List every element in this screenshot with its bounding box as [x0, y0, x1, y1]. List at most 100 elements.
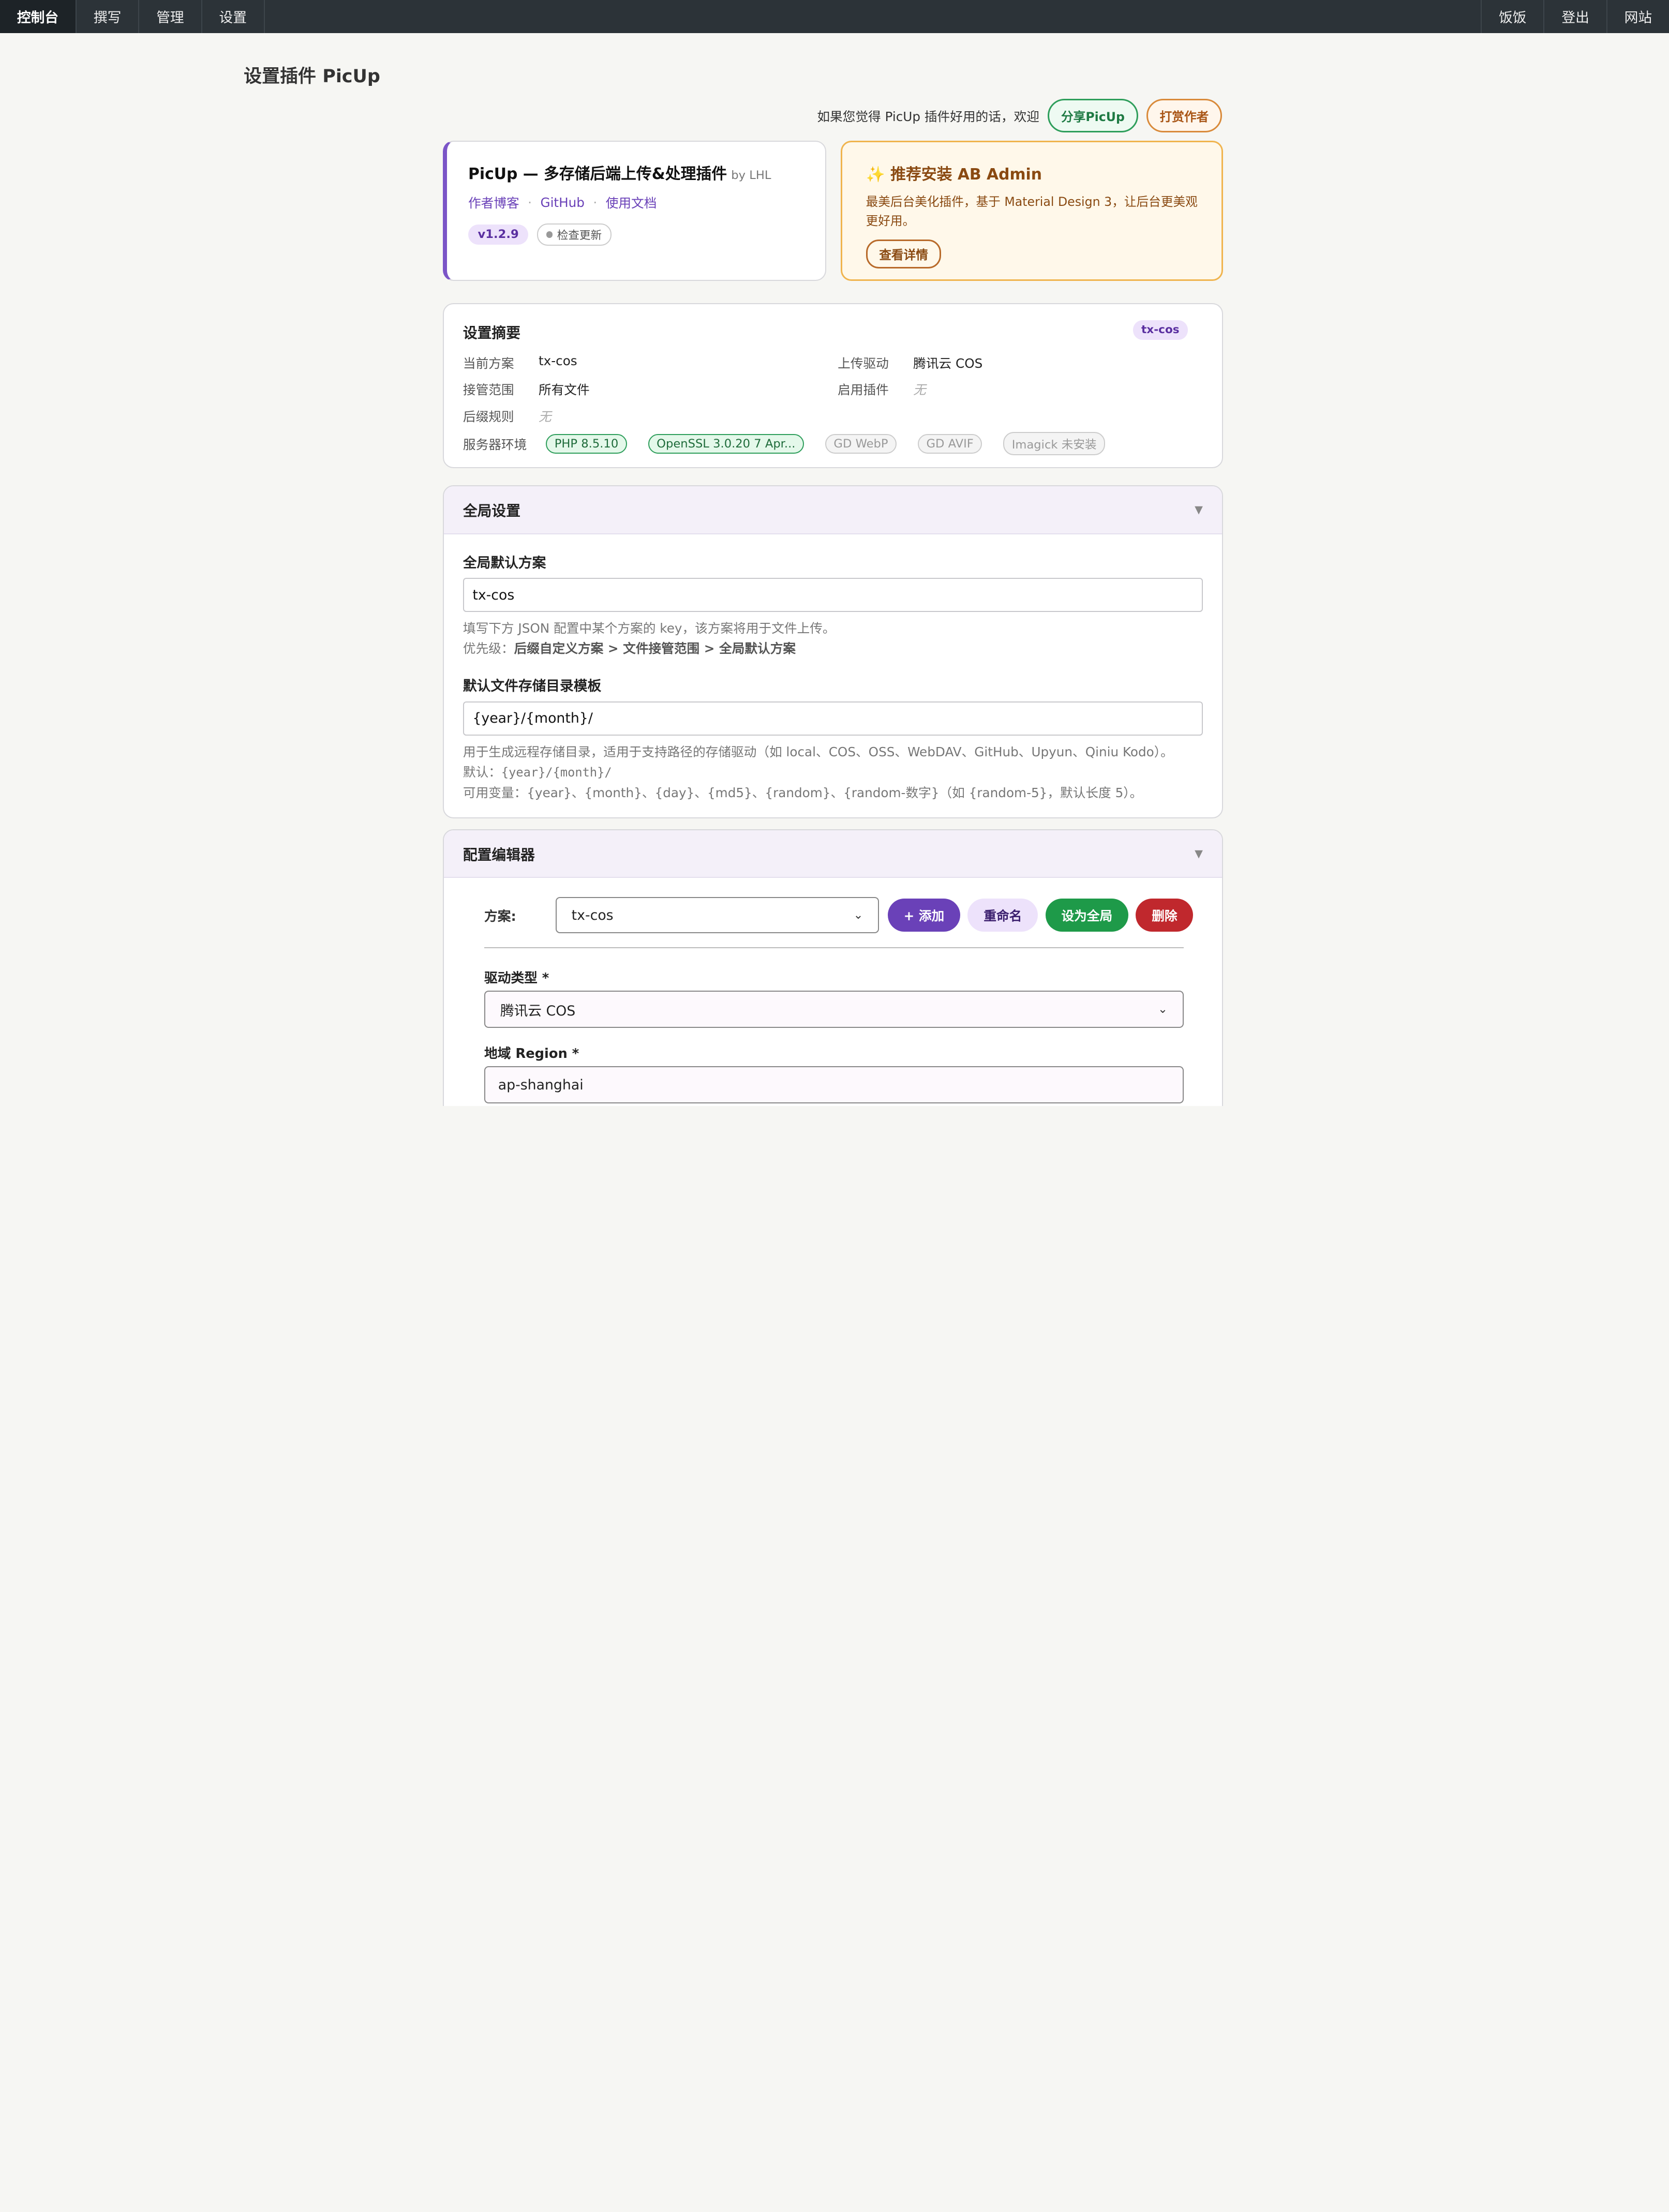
dir-template-help: 用于生成远程存储目录，适用于支持路径的存储驱动（如 local、COS、OSS、… [463, 742, 1173, 803]
link-github[interactable]: GitHub [540, 195, 585, 210]
region-input[interactable]: ap-shanghai [484, 1066, 1184, 1104]
summary-value: 无 [538, 409, 552, 424]
divider [484, 947, 1184, 949]
ab-admin-description: 最美后台美化插件，基于 Material Design 3，让后台更美观更好用。 [866, 195, 1198, 229]
status-dot-icon [546, 231, 553, 238]
summary-key: 接管范围 [463, 382, 514, 398]
default-scheme-help: 填写下方 JSON 配置中某个方案的 key，该方案将用于文件上传。 优先级：后… [463, 618, 836, 659]
ab-admin-title-text: 推荐安装 AB Admin [890, 165, 1042, 184]
sparkle-icon: ✨ [866, 165, 885, 184]
config-editor-title: 配置编辑器 [463, 846, 535, 863]
settings-summary-card: 设置摘要 tx-cos 当前方案 tx-cos 上传驱动 腾讯云 COS 接管范… [442, 303, 1223, 469]
topbar-left: 控制台 撰写 管理 设置 [0, 0, 265, 33]
plugin-name-text: PicUp — 多存储后端上传&处理插件 [468, 165, 727, 183]
help-line: 默认：{year}/{month}/ [463, 762, 1173, 783]
driver-type-value: 腾讯云 COS [500, 1003, 576, 1019]
scheme-select[interactable]: tx-cos ⌄ [555, 897, 880, 934]
link-separator: · [593, 195, 598, 210]
dir-template-input[interactable]: {year}/{month}/ [463, 701, 1203, 736]
set-global-button[interactable]: 设为全局 [1045, 899, 1128, 932]
nav-dashboard[interactable]: 控制台 [0, 0, 77, 33]
promo-line: 如果您觉得 PicUp 插件好用的话，欢迎 分享PicUp 打赏作者 [817, 99, 1222, 133]
default-scheme-input[interactable]: tx-cos [463, 578, 1203, 612]
link-author-blog[interactable]: 作者博客 [468, 193, 519, 212]
plugin-name: PicUp — 多存储后端上传&处理插件 by LHL [468, 161, 803, 184]
help-prefix: 优先级： [463, 641, 514, 656]
view-details-button[interactable]: 查看详情 [866, 239, 942, 268]
nav-user[interactable]: 饭饭 [1481, 0, 1543, 33]
summary-key: 启用插件 [838, 382, 889, 398]
chevron-down-icon: ⌄ [1157, 1003, 1168, 1017]
nav-website[interactable]: 网站 [1606, 0, 1669, 33]
plugin-info-card: PicUp — 多存储后端上传&处理插件 by LHL 作者博客 · GitHub… [442, 140, 826, 281]
summary-key: 后缀规则 [463, 409, 514, 424]
default-scheme-label: 全局默认方案 [463, 555, 546, 571]
add-scheme-button[interactable]: + 添加 [887, 899, 961, 932]
global-settings-panel: 全局设置 ▼ 全局默认方案 tx-cos 填写下方 JSON 配置中某个方案的 … [442, 485, 1223, 819]
priority-text: 后缀自定义方案 > 文件接管范围 > 全局默认方案 [514, 641, 796, 656]
rename-scheme-button[interactable]: 重命名 [967, 899, 1038, 932]
current-scheme-badge: tx-cos [1132, 320, 1188, 340]
nav-manage[interactable]: 管理 [139, 0, 202, 33]
default-template-code: {year}/{month}/ [501, 765, 612, 780]
version-badge: v1.2.9 [468, 225, 529, 245]
global-settings-title: 全局设置 [463, 502, 520, 520]
summary-value: tx-cos [538, 353, 577, 368]
summary-key: 当前方案 [463, 355, 514, 371]
help-line: 优先级：后缀自定义方案 > 文件接管范围 > 全局默认方案 [463, 638, 836, 659]
collapse-arrow-icon[interactable]: ▼ [1195, 503, 1203, 516]
summary-value: 无 [913, 382, 926, 398]
env-badge-openssl: OpenSSL 3.0.20 7 Apr... [648, 434, 804, 454]
chevron-down-icon: ⌄ [853, 908, 863, 922]
region-label: 地域 Region * [484, 1046, 579, 1062]
admin-topbar: 控制台 撰写 管理 设置 饭饭 登出 网站 [0, 0, 1669, 33]
help-line: 可用变量：{year}、{month}、{day}、{md5}、{random}… [463, 785, 1143, 801]
summary-title: 设置摘要 [463, 324, 520, 342]
summary-row-driver: 上传驱动 腾讯云 COS [838, 353, 982, 372]
scheme-select-value: tx-cos [571, 907, 614, 923]
help-line: 用于生成远程存储目录，适用于支持路径的存储驱动（如 local、COS、OSS、… [463, 744, 1173, 759]
page-title: 设置插件 PicUp [244, 66, 380, 87]
check-update-label: 检查更新 [557, 229, 602, 242]
link-separator: · [528, 195, 532, 210]
plugin-links: 作者博客 · GitHub · 使用文档 [468, 193, 803, 212]
global-settings-header[interactable]: 全局设置 ▼ [443, 486, 1222, 534]
config-editor-header[interactable]: 配置编辑器 ▼ [443, 830, 1222, 878]
env-badge-gd-avif: GD AVIF [918, 434, 982, 454]
help-prefix: 默认： [463, 765, 501, 780]
summary-row-plugins: 启用插件 无 [838, 380, 926, 398]
collapse-arrow-icon[interactable]: ▼ [1195, 847, 1203, 860]
nav-logout[interactable]: 登出 [1543, 0, 1606, 33]
driver-type-select[interactable]: 腾讯云 COS ⌄ [484, 991, 1184, 1028]
server-env-label: 服务器环境 [463, 437, 527, 452]
env-badge-gd-webp: GD WebP [825, 434, 897, 454]
check-update-button[interactable]: 检查更新 [537, 223, 612, 246]
ab-admin-title: ✨ 推荐安装 AB Admin [866, 161, 1198, 184]
driver-type-label: 驱动类型 * [484, 970, 549, 987]
donate-button[interactable]: 打赏作者 [1146, 99, 1222, 133]
summary-row-scope: 接管范围 所有文件 [463, 380, 590, 398]
env-badge-imagick: Imagick 未安装 [1003, 432, 1105, 456]
summary-key: 上传驱动 [838, 355, 889, 371]
page: 控制台 撰写 管理 设置 饭饭 登出 网站 设置插件 PicUp 如果您觉得 P… [0, 0, 1669, 1106]
dir-template-label: 默认文件存储目录模板 [463, 678, 602, 695]
nav-write[interactable]: 撰写 [77, 0, 140, 33]
config-editor-panel: 配置编辑器 ▼ 方案: tx-cos ⌄ + 添加 重命名 设为全局 删除 驱动… [442, 829, 1223, 1106]
help-line: 填写下方 JSON 配置中某个方案的 key，该方案将用于文件上传。 [463, 621, 836, 636]
summary-row-scheme: 当前方案 tx-cos [463, 353, 577, 372]
topbar-right: 饭饭 登出 网站 [1481, 0, 1669, 33]
server-env-row: 服务器环境 PHP 8.5.10 OpenSSL 3.0.20 7 Apr...… [463, 432, 1126, 456]
promo-text: 如果您觉得 PicUp 插件好用的话，欢迎 [817, 109, 1039, 124]
plugin-author: by LHL [731, 168, 771, 182]
version-row: v1.2.9 检查更新 [468, 223, 803, 246]
link-docs[interactable]: 使用文档 [606, 193, 657, 212]
ab-admin-promo-card: ✨ 推荐安装 AB Admin 最美后台美化插件，基于 Material Des… [841, 140, 1223, 281]
delete-scheme-button[interactable]: 删除 [1136, 899, 1194, 932]
nav-settings[interactable]: 设置 [202, 0, 265, 33]
summary-value: 所有文件 [538, 382, 590, 398]
summary-value: 腾讯云 COS [913, 355, 983, 371]
summary-row-suffix: 后缀规则 无 [463, 407, 552, 425]
env-badge-php: PHP 8.5.10 [546, 434, 627, 454]
scheme-row: 方案: tx-cos ⌄ + 添加 重命名 设为全局 删除 [484, 897, 1194, 934]
share-button[interactable]: 分享PicUp [1048, 99, 1138, 133]
